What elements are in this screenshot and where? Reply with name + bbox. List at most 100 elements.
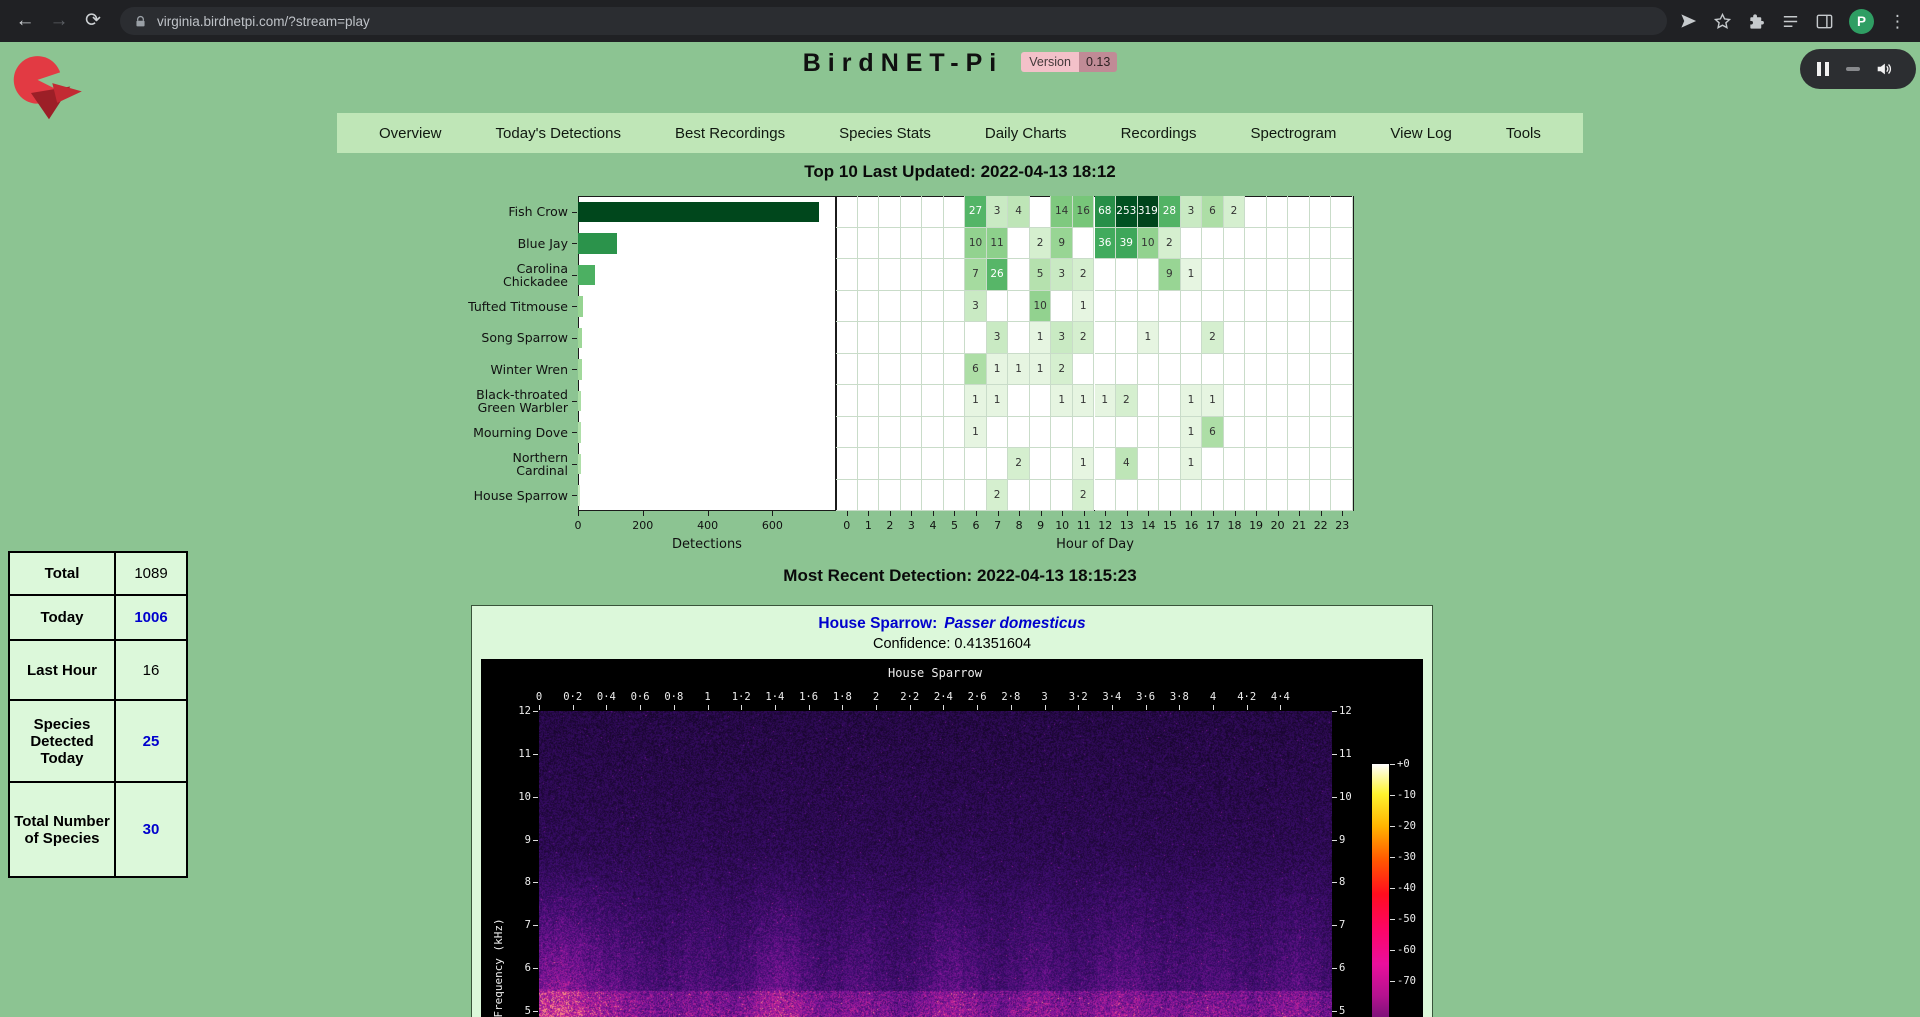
stat-value-total-species-link[interactable]: 30 [115, 782, 187, 877]
heatmap-cell: 1 [987, 354, 1009, 386]
axis-tick [572, 275, 577, 276]
heatmap-cell [1138, 354, 1160, 386]
heatmap-cell: 1 [1095, 385, 1117, 417]
spectrogram-y-tick-label: 11 [1339, 748, 1369, 760]
forward-icon[interactable]: → [44, 6, 74, 36]
nav-todays-detections[interactable]: Today's Detections [496, 125, 621, 142]
species-label: House Sparrow [442, 480, 568, 512]
heatmap-cell [1030, 196, 1052, 228]
heatmap-cell [879, 480, 901, 512]
nav-recordings[interactable]: Recordings [1121, 125, 1197, 142]
axis-tick [1127, 511, 1128, 516]
spectrogram-x-tick-label: 1 [691, 691, 725, 703]
volume-icon[interactable] [1875, 60, 1893, 78]
spectrogram-x-tick-label: 1·2 [724, 691, 758, 703]
reading-list-icon[interactable] [1781, 12, 1800, 31]
heatmap-cell [1288, 291, 1310, 323]
heatmap-cell [1245, 291, 1267, 323]
heatmap-cell [1073, 354, 1095, 386]
nav-overview[interactable]: Overview [379, 125, 442, 142]
heatmap-cell [1202, 228, 1224, 260]
spectrogram-tick [674, 705, 675, 710]
axis-tick-label: 1 [858, 519, 878, 532]
heatmap-cell [1245, 322, 1267, 354]
axis-tick [1213, 511, 1214, 516]
extensions-puzzle-icon[interactable] [1747, 12, 1766, 31]
stat-value-today-link[interactable]: 1006 [115, 595, 187, 640]
url-text: virginia.birdnetpi.com/?stream=play [157, 14, 370, 29]
heatmap-cell [1224, 385, 1246, 417]
spectrogram-y-tick-label: 7 [1339, 919, 1369, 931]
heatmap-cell [858, 385, 880, 417]
audio-player[interactable] [1800, 49, 1916, 89]
heatmap-x-axis-title: Hour of Day [836, 537, 1354, 552]
axis-tick [1321, 511, 1322, 516]
detections-bar [578, 233, 617, 254]
version-badge: Version0.13 [1021, 55, 1117, 69]
heatmap-cell [1310, 228, 1332, 260]
axis-tick [1278, 511, 1279, 516]
nav-best-recordings[interactable]: Best Recordings [675, 125, 785, 142]
back-icon[interactable]: ← [10, 6, 40, 36]
nav-daily-charts[interactable]: Daily Charts [985, 125, 1067, 142]
pause-button[interactable] [1817, 62, 1829, 76]
nav-spectrogram[interactable]: Spectrogram [1250, 125, 1336, 142]
heatmap-cell [1224, 448, 1246, 480]
colorbar-tick-label: -10 [1397, 789, 1416, 801]
heatmap-cell [1095, 354, 1117, 386]
nav-species-stats[interactable]: Species Stats [839, 125, 931, 142]
stat-label-last-hour: Last Hour [9, 640, 115, 700]
heatmap-cell [1331, 259, 1353, 291]
heatmap-cell [1245, 354, 1267, 386]
colorbar-tick-label: -20 [1397, 820, 1416, 832]
heatmap-cell [858, 228, 880, 260]
axis-tick [578, 511, 579, 516]
heatmap-cell [1245, 448, 1267, 480]
heatmap-cell [944, 259, 966, 291]
heatmap-cell [1267, 322, 1289, 354]
axis-tick [1235, 511, 1236, 516]
address-bar[interactable]: virginia.birdnetpi.com/?stream=play [120, 7, 1667, 35]
spectrogram-y-tick-label: 5 [501, 1005, 531, 1017]
spectrogram-tick [539, 705, 540, 710]
heatmap-cell [1310, 291, 1332, 323]
side-panel-icon[interactable] [1815, 12, 1834, 31]
axis-tick [572, 495, 577, 496]
heatmap-cell [1008, 228, 1030, 260]
heatmap-cell: 1 [1008, 354, 1030, 386]
detection-common-name[interactable]: House Sparrow: [818, 615, 937, 632]
axis-tick [572, 432, 577, 433]
heatmap-cell [901, 354, 923, 386]
stat-value-species-today-link[interactable]: 25 [115, 700, 187, 782]
heatmap-cell [901, 259, 923, 291]
browser-menu-icon[interactable]: ⋮ [1889, 9, 1906, 34]
profile-avatar[interactable]: P [1849, 9, 1874, 34]
heatmap-cell [1267, 228, 1289, 260]
heatmap-cell: 68 [1095, 196, 1117, 228]
nav-tools[interactable]: Tools [1506, 125, 1541, 142]
heatmap-cell [1224, 291, 1246, 323]
detection-scientific-name[interactable]: Passer domesticus [944, 615, 1085, 632]
axis-tick [572, 306, 577, 307]
detections-bar [578, 391, 581, 412]
audio-scrubber[interactable] [1846, 67, 1860, 71]
heatmap-cell [944, 417, 966, 449]
colorbar-tick-label: -60 [1397, 944, 1416, 956]
heatmap-cell: 4 [1116, 448, 1138, 480]
heatmap-cell [1073, 228, 1095, 260]
heatmap-cell: 2 [1030, 228, 1052, 260]
send-icon[interactable] [1679, 12, 1698, 31]
heatmap-cell [922, 480, 944, 512]
heatmap-cell [879, 448, 901, 480]
reload-icon[interactable]: ⟳ [78, 6, 108, 36]
axis-tick [1019, 511, 1020, 516]
nav-view-log[interactable]: View Log [1390, 125, 1451, 142]
heatmap-cell [1267, 417, 1289, 449]
spectrogram-tick [910, 705, 911, 710]
spectrogram-y-tick-label: 11 [501, 748, 531, 760]
axis-tick [1041, 511, 1042, 516]
heatmap-cell: 10 [1030, 291, 1052, 323]
bookmark-star-icon[interactable] [1713, 12, 1732, 31]
axis-tick-label: 600 [754, 519, 790, 532]
heatmap-cell [1310, 448, 1332, 480]
